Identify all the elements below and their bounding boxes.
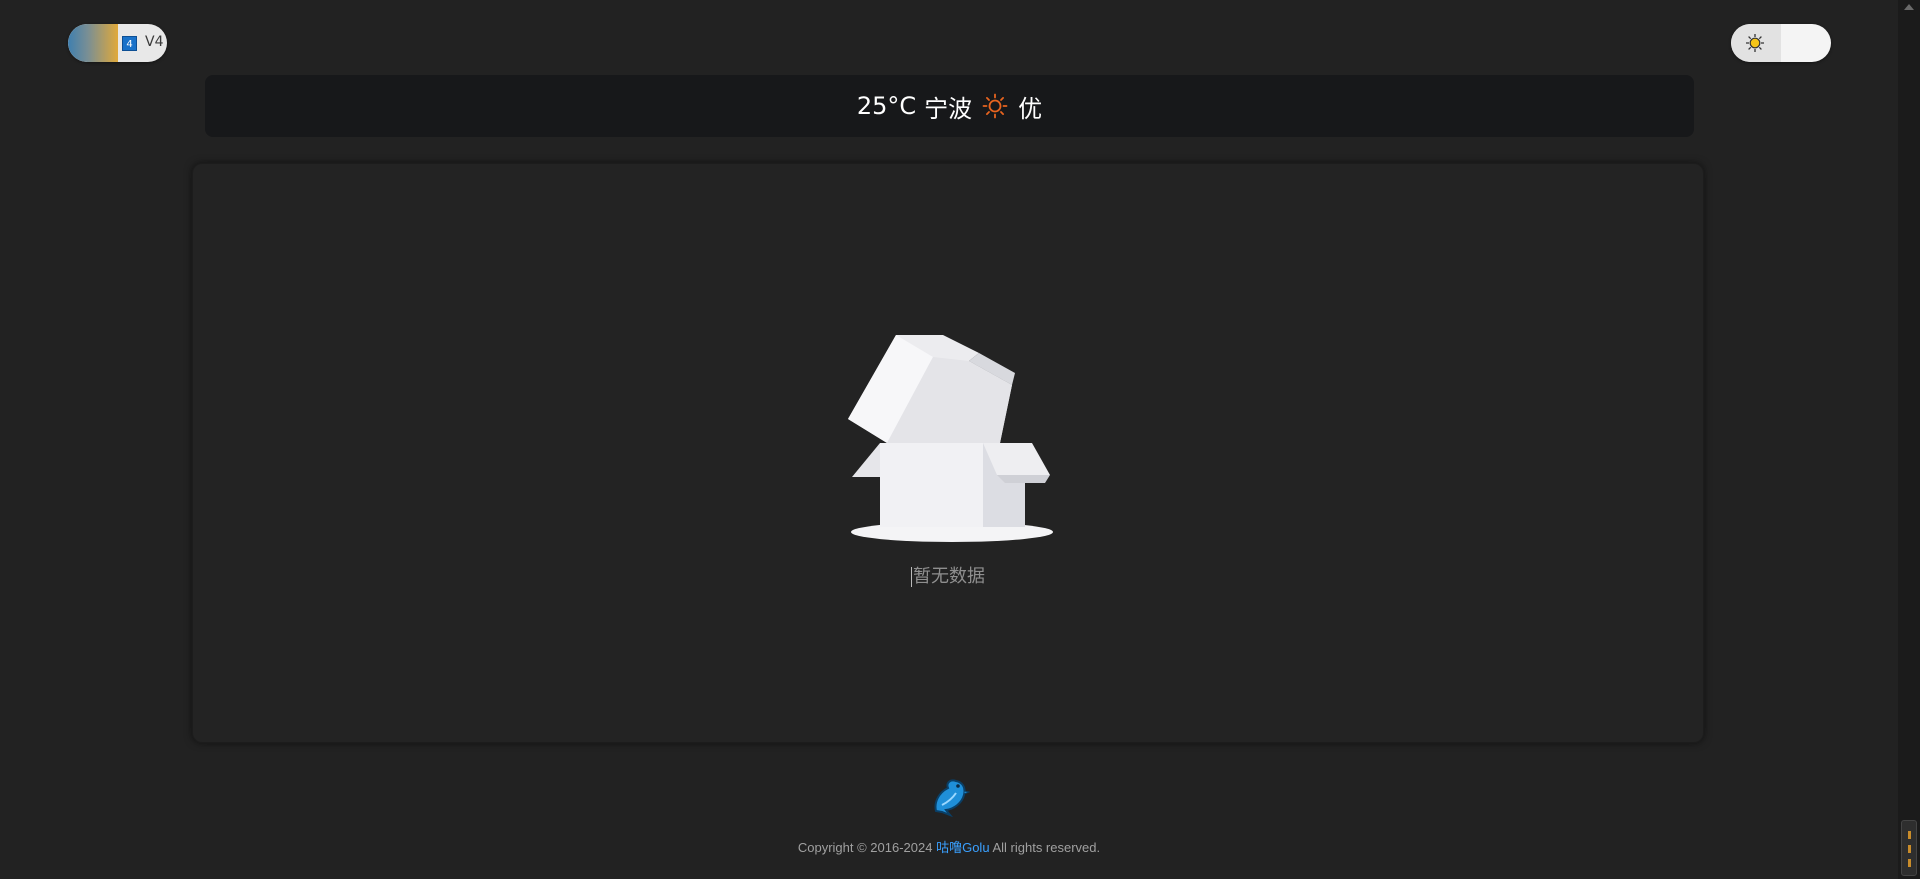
dolphin-icon[interactable]: [928, 773, 970, 817]
empty-box-icon: [848, 335, 1053, 542]
empty-state-label: 暂无数据: [913, 566, 985, 587]
scrollbar[interactable]: [1898, 0, 1920, 879]
theme-toggle-knob: [1731, 24, 1781, 62]
weather-bar: 25°C 宁波 优: [205, 75, 1694, 137]
weather-city: 宁波: [924, 94, 973, 123]
text-caret: [911, 567, 912, 587]
version-label: V4: [145, 34, 164, 50]
brand-link[interactable]: 咕噜Golu: [936, 840, 989, 855]
sun-icon: [1746, 34, 1764, 52]
sun-icon: [982, 93, 1008, 119]
thumb-grip: [1908, 845, 1911, 853]
version-toggle[interactable]: 4 V4: [68, 24, 167, 62]
weather-temperature: 25°C: [856, 92, 917, 120]
scrollbar-thumb[interactable]: [1901, 820, 1917, 876]
empty-state-text: 暂无数据: [192, 562, 1704, 588]
weather-air-quality: 优: [1018, 94, 1043, 123]
version-toggle-track: [68, 24, 118, 62]
thumb-grip: [1908, 859, 1911, 867]
version-badge: 4: [122, 36, 137, 51]
page: 4 V4 25°C 宁波 优 暂无数据 Copyright © 2016-202…: [0, 0, 1920, 879]
content-card: 暂无数据: [192, 163, 1704, 743]
theme-toggle[interactable]: [1731, 24, 1831, 62]
thumb-grip: [1908, 831, 1911, 839]
footer-copyright: Copyright © 2016-2024 咕噜Golu All rights …: [0, 837, 1898, 856]
rights-text: All rights reserved.: [992, 840, 1101, 855]
copyright-text: Copyright © 2016-2024: [797, 840, 933, 855]
scroll-up-arrow-icon[interactable]: [1904, 4, 1914, 10]
